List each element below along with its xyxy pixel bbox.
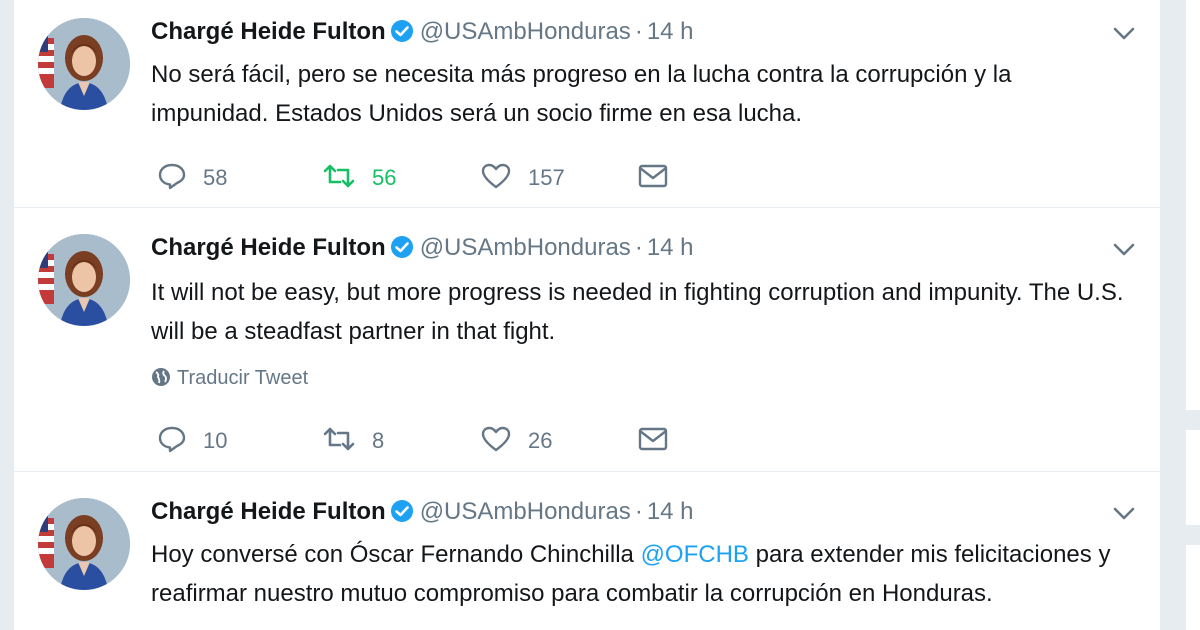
sidebar-card bbox=[1186, 0, 1200, 410]
tweet-text: It will not be easy, but more progress i… bbox=[151, 279, 1124, 345]
reply-button[interactable]: 58 bbox=[157, 162, 227, 192]
like-button[interactable]: 26 bbox=[480, 425, 552, 455]
retweet-button[interactable]: 8 bbox=[322, 425, 384, 455]
heart-icon bbox=[481, 426, 511, 452]
chevron-down-icon[interactable] bbox=[1112, 242, 1136, 258]
retweet-button[interactable]: 56 bbox=[322, 162, 396, 192]
author-name[interactable]: Chargé Heide Fulton bbox=[151, 234, 386, 261]
author-name[interactable]: Chargé Heide Fulton bbox=[151, 498, 386, 525]
reply-icon bbox=[158, 163, 186, 190]
translate-tweet-link[interactable]: Traducir Tweet bbox=[151, 365, 308, 391]
profile-photo bbox=[38, 498, 130, 590]
sidebar-card bbox=[1186, 430, 1200, 525]
verified-badge-icon bbox=[390, 499, 414, 531]
chevron-down-icon[interactable] bbox=[1112, 26, 1136, 42]
separator: · bbox=[634, 234, 643, 261]
chevron-down-icon[interactable] bbox=[1112, 506, 1136, 522]
retweet-count: 8 bbox=[372, 428, 385, 453]
reply-icon bbox=[158, 426, 186, 453]
timestamp[interactable]: 14 h bbox=[647, 498, 694, 525]
tweet-header: Chargé Heide Fulton @USAmbHonduras · 14 h bbox=[151, 17, 694, 51]
retweet-icon bbox=[323, 164, 355, 188]
tweet-text: No será fácil, pero se necesita más prog… bbox=[151, 61, 1012, 127]
envelope-icon bbox=[638, 164, 668, 188]
avatar[interactable] bbox=[38, 18, 130, 110]
tweet[interactable]: Chargé Heide Fulton @USAmbHonduras · 14 h H… bbox=[14, 473, 1160, 630]
mention-link[interactable]: @OFCHB bbox=[641, 541, 749, 568]
tweet-header: Chargé Heide Fulton @USAmbHonduras · 14 h bbox=[151, 233, 694, 267]
author-handle[interactable]: @USAmbHonduras bbox=[420, 234, 631, 261]
retweet-icon bbox=[323, 427, 355, 451]
tweet-text-part: Hoy conversé con Óscar Fernando Chinchil… bbox=[151, 541, 641, 568]
tweet[interactable]: Chargé Heide Fulton @USAmbHonduras · 14 h N… bbox=[14, 0, 1160, 208]
reply-button[interactable]: 10 bbox=[157, 425, 227, 455]
globe-icon bbox=[152, 368, 170, 386]
retweet-count: 56 bbox=[372, 165, 397, 190]
direct-message-button[interactable] bbox=[637, 162, 669, 192]
tweet-header: Chargé Heide Fulton @USAmbHonduras · 14 h bbox=[151, 497, 694, 531]
author-handle[interactable]: @USAmbHonduras bbox=[420, 498, 631, 525]
envelope-icon bbox=[638, 427, 668, 451]
sidebar-column bbox=[1160, 0, 1200, 630]
tweet-text: Hoy conversé con Óscar Fernando Chinchil… bbox=[151, 535, 1131, 613]
author-handle[interactable]: @USAmbHonduras bbox=[420, 18, 631, 45]
timestamp[interactable]: 14 h bbox=[647, 18, 694, 45]
author-name[interactable]: Chargé Heide Fulton bbox=[151, 18, 386, 45]
avatar[interactable] bbox=[38, 234, 130, 326]
separator: · bbox=[634, 498, 643, 525]
timestamp[interactable]: 14 h bbox=[647, 234, 694, 261]
profile-photo bbox=[38, 234, 130, 326]
profile-photo bbox=[38, 18, 130, 110]
reply-count: 58 bbox=[203, 165, 228, 190]
verified-badge-icon bbox=[390, 235, 414, 267]
avatar[interactable] bbox=[38, 498, 130, 590]
translate-label: Traducir Tweet bbox=[177, 367, 309, 389]
verified-badge-icon bbox=[390, 19, 414, 51]
tweet[interactable]: Chargé Heide Fulton @USAmbHonduras · 14 h I… bbox=[14, 209, 1160, 472]
timeline: Chargé Heide Fulton @USAmbHonduras · 14 h N… bbox=[14, 0, 1160, 630]
like-count: 157 bbox=[528, 165, 565, 190]
separator: · bbox=[634, 18, 643, 45]
like-button[interactable]: 157 bbox=[480, 162, 565, 192]
direct-message-button[interactable] bbox=[637, 425, 669, 455]
reply-count: 10 bbox=[203, 428, 228, 453]
like-count: 26 bbox=[528, 428, 553, 453]
sidebar-card bbox=[1186, 545, 1200, 630]
heart-icon bbox=[481, 163, 511, 189]
